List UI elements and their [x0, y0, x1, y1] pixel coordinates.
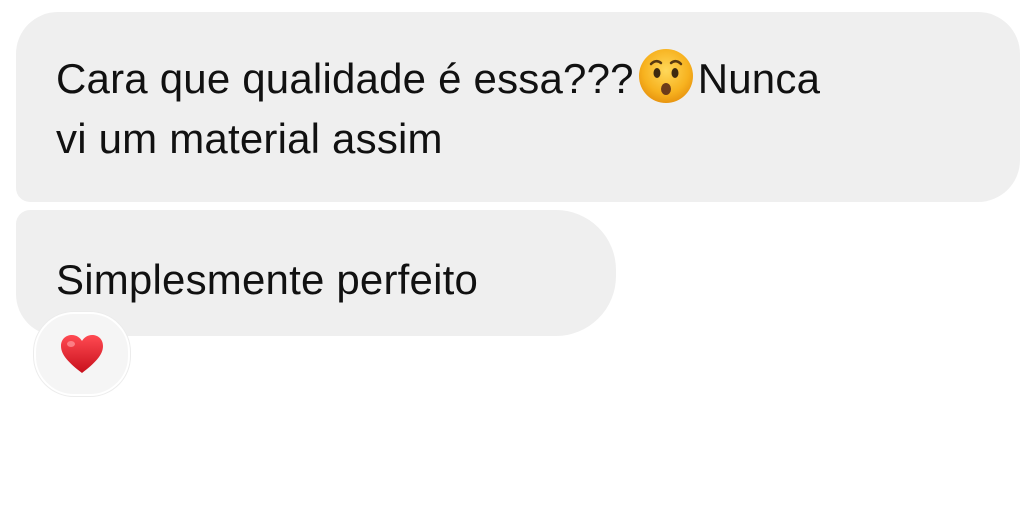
message-1-line-2: vi um material assim: [56, 115, 443, 162]
message-1-line-1: Cara que qualidade é essa??? Nunca: [56, 47, 980, 109]
message-1-text-after-emoji: Nunca: [697, 55, 821, 102]
message-bubble-1[interactable]: Cara que qualidade é essa??? Nunca vi um…: [16, 12, 1020, 202]
message-text-1: Cara que qualidade é essa??? Nunca vi um…: [56, 47, 980, 169]
reaction-badge[interactable]: [34, 312, 130, 396]
red-heart-icon: [59, 333, 105, 375]
message-text-2: Simplesmente perfeito: [56, 256, 479, 303]
hushed-face-emoji-icon: [637, 47, 695, 105]
message-1-text-before-emoji: Cara que qualidade é essa???: [56, 55, 634, 102]
